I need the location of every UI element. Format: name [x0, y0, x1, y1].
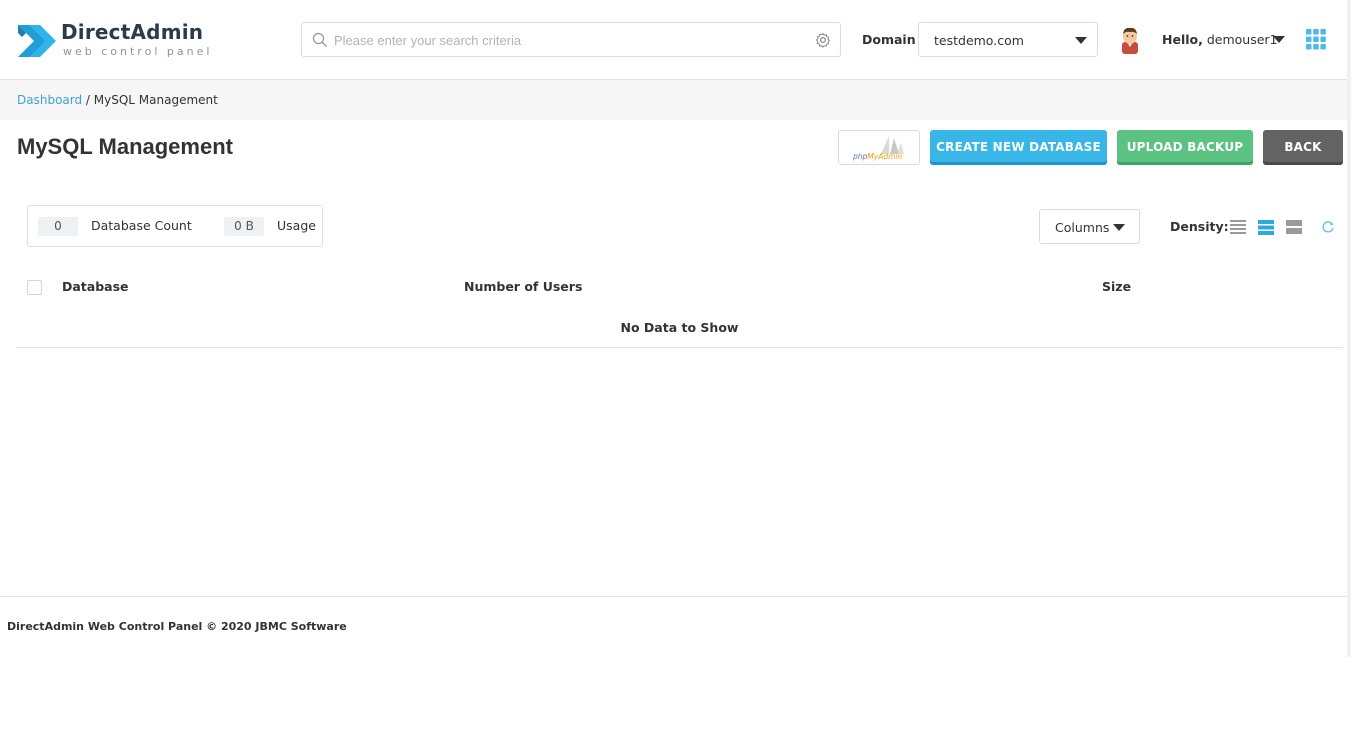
user-greeting[interactable]: Hello, demouser1: [1162, 32, 1278, 47]
density-label: Density:: [1170, 219, 1229, 234]
top-header: DirectAdmin web control panel Domain tes…: [0, 0, 1347, 80]
chevron-down-icon: [1075, 37, 1087, 44]
usage-value: 0 B: [224, 217, 264, 236]
database-count-label: Database Count: [91, 218, 192, 233]
user-menu-chevron-icon[interactable]: [1273, 36, 1285, 43]
app-window: DirectAdmin web control panel Domain tes…: [0, 0, 1351, 657]
empty-state-text: No Data to Show: [620, 320, 739, 335]
page-title: MySQL Management: [17, 134, 233, 159]
table-empty-row: No Data to Show: [16, 307, 1343, 348]
create-new-database-button[interactable]: CREATE NEW DATABASE: [930, 130, 1107, 165]
username-text: demouser1: [1206, 32, 1278, 47]
phpmyadmin-logo-text: phpMyAdmin: [853, 152, 902, 161]
density-compact-icon[interactable]: [1230, 219, 1246, 235]
search-input[interactable]: [334, 30, 804, 50]
scrollbar-track[interactable]: [1347, 0, 1351, 657]
logo-subtitle: web control panel: [63, 45, 213, 58]
column-header-number-of-users[interactable]: Number of Users: [464, 279, 582, 294]
footer-copyright: DirectAdmin Web Control Panel © 2020 JBM…: [7, 620, 347, 633]
footer: DirectAdmin Web Control Panel © 2020 JBM…: [0, 596, 1347, 657]
logo-title: DirectAdmin: [61, 20, 204, 44]
greeting-text: Hello,: [1162, 32, 1203, 47]
domain-select[interactable]: testdemo.com: [918, 22, 1098, 57]
search-icon: [312, 32, 327, 47]
select-all-checkbox[interactable]: [27, 280, 42, 295]
phpmyadmin-php: php: [853, 152, 868, 161]
domain-label: Domain: [862, 32, 916, 47]
breadcrumb-separator: /: [82, 93, 94, 107]
chevron-down-icon: [1113, 224, 1125, 231]
usage-label: Usage: [277, 218, 316, 233]
user-avatar-icon[interactable]: [1118, 26, 1142, 54]
phpmyadmin-button[interactable]: phpMyAdmin: [838, 130, 920, 165]
database-count-value: 0: [38, 217, 78, 236]
page: DirectAdmin web control panel Domain tes…: [0, 0, 1366, 730]
breadcrumb-bar: Dashboard / MySQL Management: [0, 80, 1347, 120]
column-header-size[interactable]: Size: [1102, 279, 1131, 294]
back-button[interactable]: BACK: [1263, 130, 1343, 165]
phpmyadmin-myadmin: MyAdmin: [867, 152, 903, 161]
columns-dropdown[interactable]: Columns: [1039, 209, 1140, 244]
breadcrumb: Dashboard / MySQL Management: [17, 93, 218, 107]
breadcrumb-dashboard-link[interactable]: Dashboard: [17, 93, 82, 107]
breadcrumb-current: MySQL Management: [93, 93, 218, 107]
database-stats: 0 Database Count 0 B Usage: [27, 205, 323, 247]
refresh-icon[interactable]: [1321, 220, 1335, 234]
density-normal-icon[interactable]: [1258, 219, 1274, 235]
gear-icon[interactable]: [815, 32, 831, 48]
column-header-database[interactable]: Database: [62, 279, 129, 294]
logo-mark-icon: [18, 25, 56, 57]
table-header: Database Number of Users Size: [16, 266, 1343, 306]
domain-value: testdemo.com: [934, 33, 1024, 48]
search-box[interactable]: [301, 22, 841, 57]
columns-label: Columns: [1055, 220, 1110, 235]
density-comfortable-icon[interactable]: [1286, 219, 1302, 235]
directadmin-logo[interactable]: DirectAdmin web control panel: [16, 19, 216, 63]
apps-grid-icon[interactable]: [1306, 29, 1326, 50]
upload-backup-button[interactable]: UPLOAD BACKUP: [1117, 130, 1253, 165]
